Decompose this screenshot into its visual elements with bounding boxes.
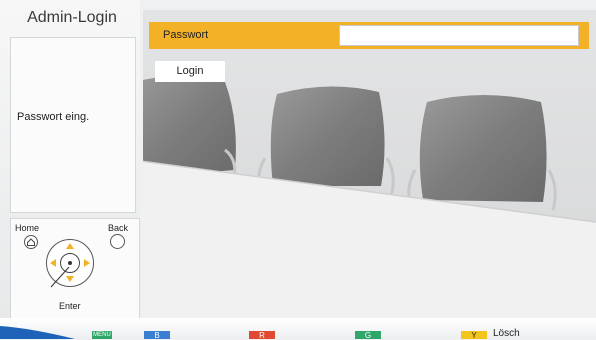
main-area <box>143 10 596 318</box>
message-box: Passwort eing. <box>10 37 136 213</box>
function-key-bar: MENU B R G Y Lösch <box>0 318 596 340</box>
password-row: Passwort <box>149 22 589 49</box>
yellow-key[interactable]: Y <box>461 331 487 340</box>
home-label: Home <box>15 223 40 233</box>
back-button[interactable] <box>110 234 125 249</box>
home-button[interactable] <box>24 235 38 249</box>
decorative-swoosh <box>0 326 75 339</box>
home-icon <box>27 238 35 246</box>
remote-control-guide: Home Back Enter <box>10 218 140 320</box>
chairs-background-image <box>143 10 596 318</box>
blue-key[interactable]: B <box>144 331 170 340</box>
green-key[interactable]: G <box>355 331 381 340</box>
back-label: Back <box>108 223 129 233</box>
arrow-up-icon[interactable] <box>66 243 74 249</box>
instruction-text: Passwort eing. <box>17 111 90 123</box>
delete-action-label: Lösch <box>493 328 520 339</box>
sidebar: Admin-Login Passwort eing. Home Back Ent… <box>0 0 140 320</box>
menu-key[interactable]: MENU <box>92 331 112 339</box>
page-title: Admin-Login <box>27 9 117 26</box>
password-input[interactable] <box>339 25 579 46</box>
password-label: Passwort <box>163 29 209 41</box>
arrow-right-icon[interactable] <box>84 259 90 267</box>
red-key[interactable]: R <box>249 331 275 340</box>
enter-label: Enter <box>59 301 81 311</box>
enter-pointer-icon <box>50 266 70 288</box>
login-button[interactable]: Login <box>155 61 225 82</box>
